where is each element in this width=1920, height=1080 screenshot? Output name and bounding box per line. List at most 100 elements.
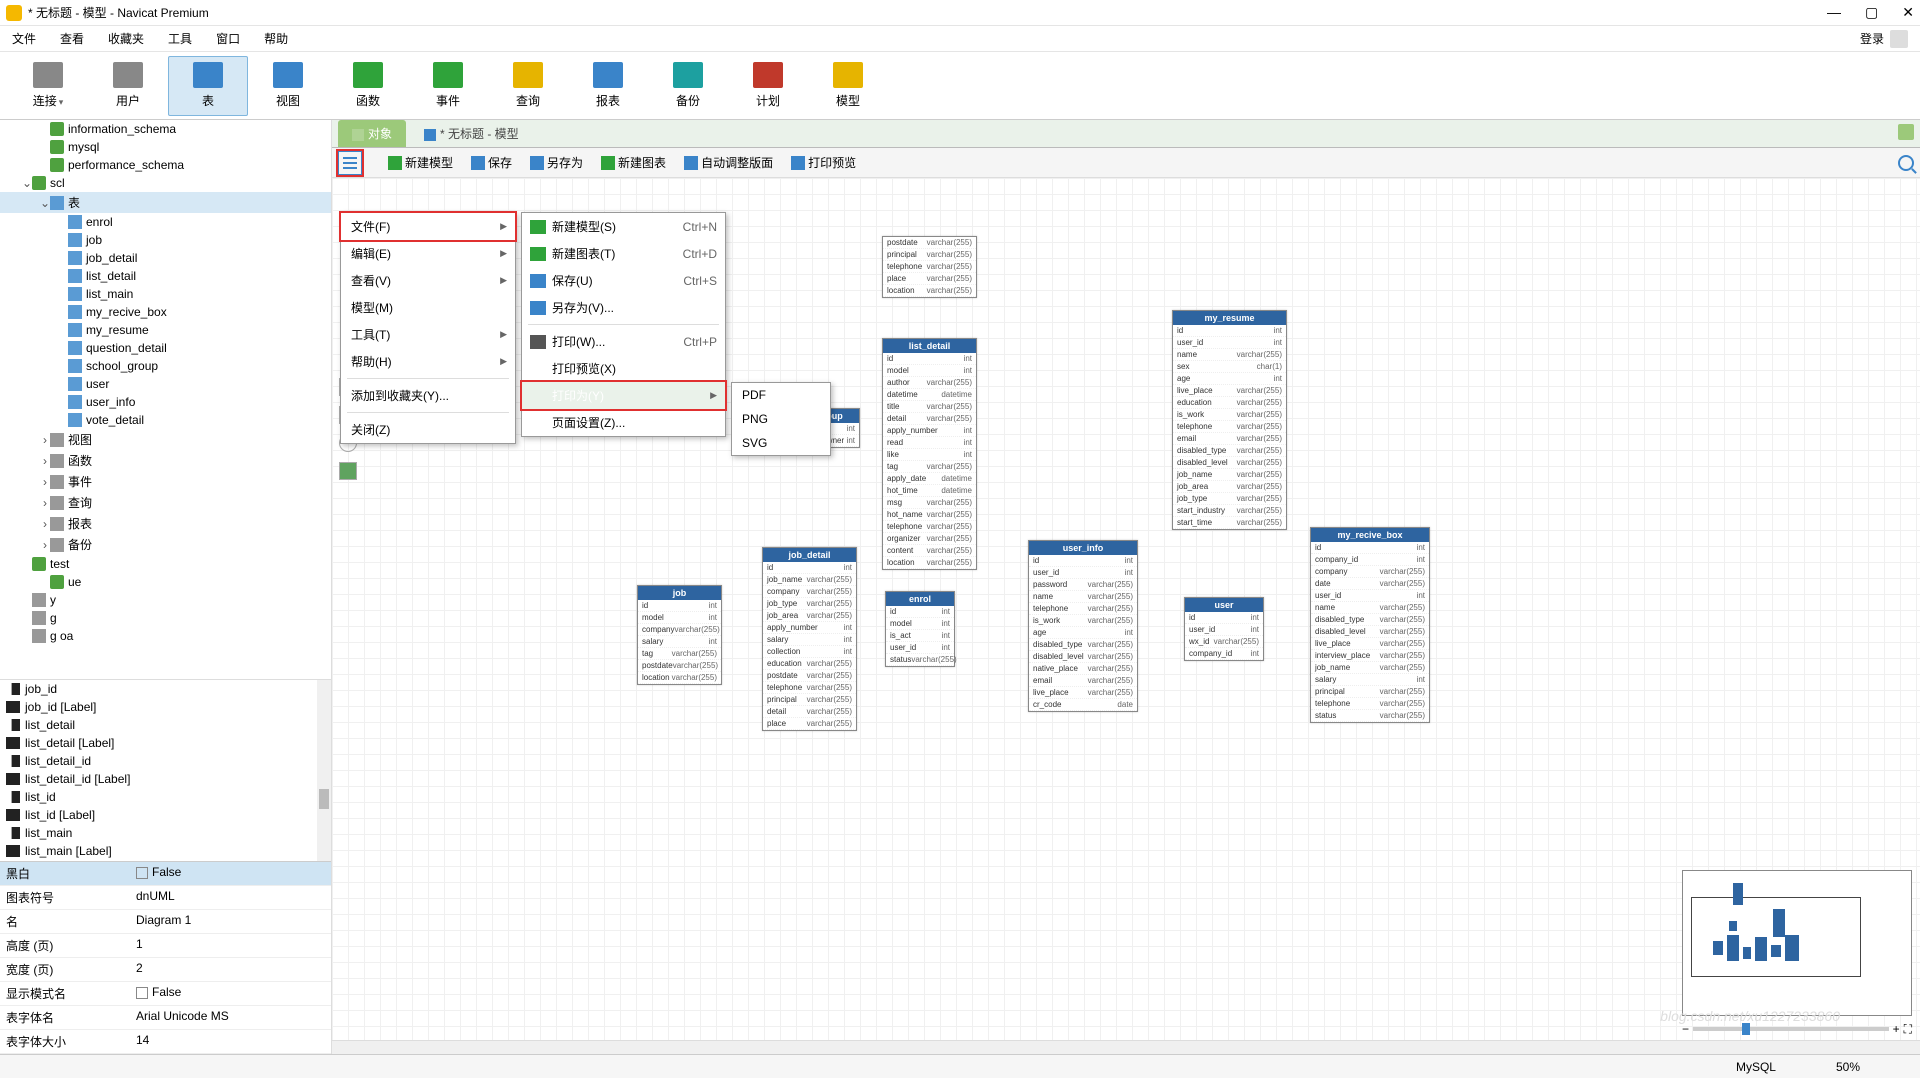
menu-item[interactable]: 打印为(Y)▶: [522, 382, 725, 409]
menu-item[interactable]: 新建模型(S)Ctrl+N: [522, 213, 725, 240]
tree-item[interactable]: enrol: [0, 213, 331, 231]
object-item[interactable]: list_detail_id [Label]: [0, 770, 331, 788]
tree-item[interactable]: ›报表: [0, 513, 331, 534]
menu-item[interactable]: 新建图表(T)Ctrl+D: [522, 240, 725, 267]
toolbar-函数[interactable]: 函数: [328, 56, 408, 116]
object-item[interactable]: list_detail: [0, 716, 331, 734]
avatar-icon[interactable]: [1890, 30, 1908, 48]
property-row[interactable]: 名Diagram 1: [0, 910, 331, 934]
tree-item[interactable]: my_resume: [0, 321, 331, 339]
property-grid[interactable]: 黑白False图表符号dnUML名Diagram 1高度 (页)1宽度 (页)2…: [0, 861, 331, 1054]
entity-my_resume[interactable]: my_resumeidintuser_idintnamevarchar(255)…: [1172, 310, 1287, 530]
toolbar-报表[interactable]: 报表: [568, 56, 648, 116]
tree-item[interactable]: y: [0, 591, 331, 609]
minimize-button[interactable]: —: [1827, 4, 1841, 21]
object-list[interactable]: job_idjob_id [Label]list_detail list_deta…: [0, 680, 331, 861]
zoom-in-icon[interactable]: +: [1893, 1022, 1900, 1036]
tree-item[interactable]: test: [0, 555, 331, 573]
menu-item[interactable]: PNG: [732, 407, 830, 431]
object-item[interactable]: list_main: [0, 824, 331, 842]
object-item[interactable]: list_main [Label]: [0, 842, 331, 860]
object-item[interactable]: job_id [Label]: [0, 698, 331, 716]
property-row[interactable]: 高度 (页)1: [0, 934, 331, 958]
tree-item[interactable]: ›事件: [0, 471, 331, 492]
h-scrollbar[interactable]: [332, 1040, 1920, 1054]
tree-item[interactable]: user_info: [0, 393, 331, 411]
menu-item[interactable]: 添加到收藏夹(Y)...: [341, 382, 515, 409]
menu-item[interactable]: 文件(F)▶: [341, 213, 515, 240]
menu-item[interactable]: 帮助(H)▶: [341, 348, 515, 375]
entity-list_detail[interactable]: list_detailidintmodelintauthorvarchar(25…: [882, 338, 977, 570]
image-tool-icon[interactable]: [339, 462, 357, 480]
entity-toppartial[interactable]: postdatevarchar(255)principalvarchar(255…: [882, 236, 977, 298]
menu-item[interactable]: 保存(U)Ctrl+S: [522, 267, 725, 294]
toolbar-用户[interactable]: 用户: [88, 56, 168, 116]
toolbar-查询[interactable]: 查询: [488, 56, 568, 116]
menu-window[interactable]: 窗口: [216, 30, 240, 47]
menu-view[interactable]: 查看: [60, 30, 84, 47]
menu-item[interactable]: 工具(T)▶: [341, 321, 515, 348]
menu-item[interactable]: 查看(V)▶: [341, 267, 515, 294]
tab-model[interactable]: * 无标题 - 模型: [410, 120, 533, 147]
modeltb-保存[interactable]: 保存: [467, 152, 516, 173]
tree-item[interactable]: question_detail: [0, 339, 331, 357]
property-row[interactable]: 表字体大小14: [0, 1030, 331, 1054]
context-menu-level1[interactable]: 文件(F)▶编辑(E)▶查看(V)▶模型(M)工具(T)▶帮助(H)▶ 添加到收藏…: [340, 212, 516, 444]
close-button[interactable]: ✕: [1902, 4, 1914, 21]
context-menu-level2[interactable]: 新建模型(S)Ctrl+N新建图表(T)Ctrl+D保存(U)Ctrl+S另存为…: [521, 212, 726, 437]
object-item[interactable]: job_id: [0, 680, 331, 698]
toolbar-表[interactable]: 表: [168, 56, 248, 116]
object-item[interactable]: list_id [Label]: [0, 806, 331, 824]
tree-item[interactable]: ›查询: [0, 492, 331, 513]
menu-item[interactable]: 编辑(E)▶: [341, 240, 515, 267]
entity-user[interactable]: useridintuser_idintwx_idvarchar(255)comp…: [1184, 597, 1264, 661]
tree-item[interactable]: my_recive_box: [0, 303, 331, 321]
menu-file[interactable]: 文件: [12, 30, 36, 47]
tree-item[interactable]: mysql: [0, 138, 331, 156]
menu-item[interactable]: 模型(M): [341, 294, 515, 321]
context-menu-level3[interactable]: PDFPNGSVG: [731, 382, 831, 456]
tree-item[interactable]: ›函数: [0, 450, 331, 471]
tree-item[interactable]: ue: [0, 573, 331, 591]
tree-item[interactable]: school_group: [0, 357, 331, 375]
toolbar-模型[interactable]: 模型: [808, 56, 888, 116]
login-link[interactable]: 登录: [1860, 30, 1884, 47]
tree-item[interactable]: ›视图: [0, 429, 331, 450]
scrollbar[interactable]: [317, 680, 331, 861]
tree-item[interactable]: user: [0, 375, 331, 393]
entity-job_detail[interactable]: job_detailidintjob_namevarchar(255)compa…: [762, 547, 857, 731]
modeltb-自动调整版面[interactable]: 自动调整版面: [680, 152, 777, 173]
toolbar-连接[interactable]: 连接▾: [8, 56, 88, 116]
maximize-button[interactable]: ▢: [1865, 4, 1878, 21]
entity-my_recive_box[interactable]: my_recive_boxidintcompany_idintcompanyva…: [1310, 527, 1430, 723]
tree-item[interactable]: performance_schema: [0, 156, 331, 174]
property-row[interactable]: 表字体名Arial Unicode MS: [0, 1006, 331, 1030]
add-tab-icon[interactable]: [1898, 124, 1914, 140]
object-item[interactable]: list_id: [0, 788, 331, 806]
property-row[interactable]: 显示模式名False: [0, 982, 331, 1006]
entity-job[interactable]: jobidintmodelintcompanyvarchar(255)salar…: [637, 585, 722, 685]
modeltb-打印预览[interactable]: 打印预览: [787, 152, 860, 173]
menu-fav[interactable]: 收藏夹: [108, 30, 144, 47]
tree-item[interactable]: ›备份: [0, 534, 331, 555]
modeltb-新建模型[interactable]: 新建模型: [384, 152, 457, 173]
tree-item[interactable]: information_schema: [0, 120, 331, 138]
toolbar-视图[interactable]: 视图: [248, 56, 328, 116]
menu-item[interactable]: PDF: [732, 383, 830, 407]
menu-help[interactable]: 帮助: [264, 30, 288, 47]
toolbar-计划[interactable]: 计划: [728, 56, 808, 116]
object-item[interactable]: list_detail_id: [0, 752, 331, 770]
property-row[interactable]: 黑白False: [0, 862, 331, 886]
tree-item[interactable]: job_detail: [0, 249, 331, 267]
modeltb-另存为[interactable]: 另存为: [526, 152, 587, 173]
menu-item[interactable]: 打印预览(X): [522, 355, 725, 382]
toolbar-备份[interactable]: 备份: [648, 56, 728, 116]
menu-item[interactable]: 页面设置(Z)...: [522, 409, 725, 436]
property-row[interactable]: 宽度 (页)2: [0, 958, 331, 982]
menu-item[interactable]: SVG: [732, 431, 830, 455]
modeltb-新建图表[interactable]: 新建图表: [597, 152, 670, 173]
tree-item[interactable]: vote_detail: [0, 411, 331, 429]
tree-item[interactable]: g oa: [0, 627, 331, 645]
property-row[interactable]: 图表符号dnUML: [0, 886, 331, 910]
zoom-fit-icon[interactable]: ⛶: [1904, 1022, 1912, 1037]
